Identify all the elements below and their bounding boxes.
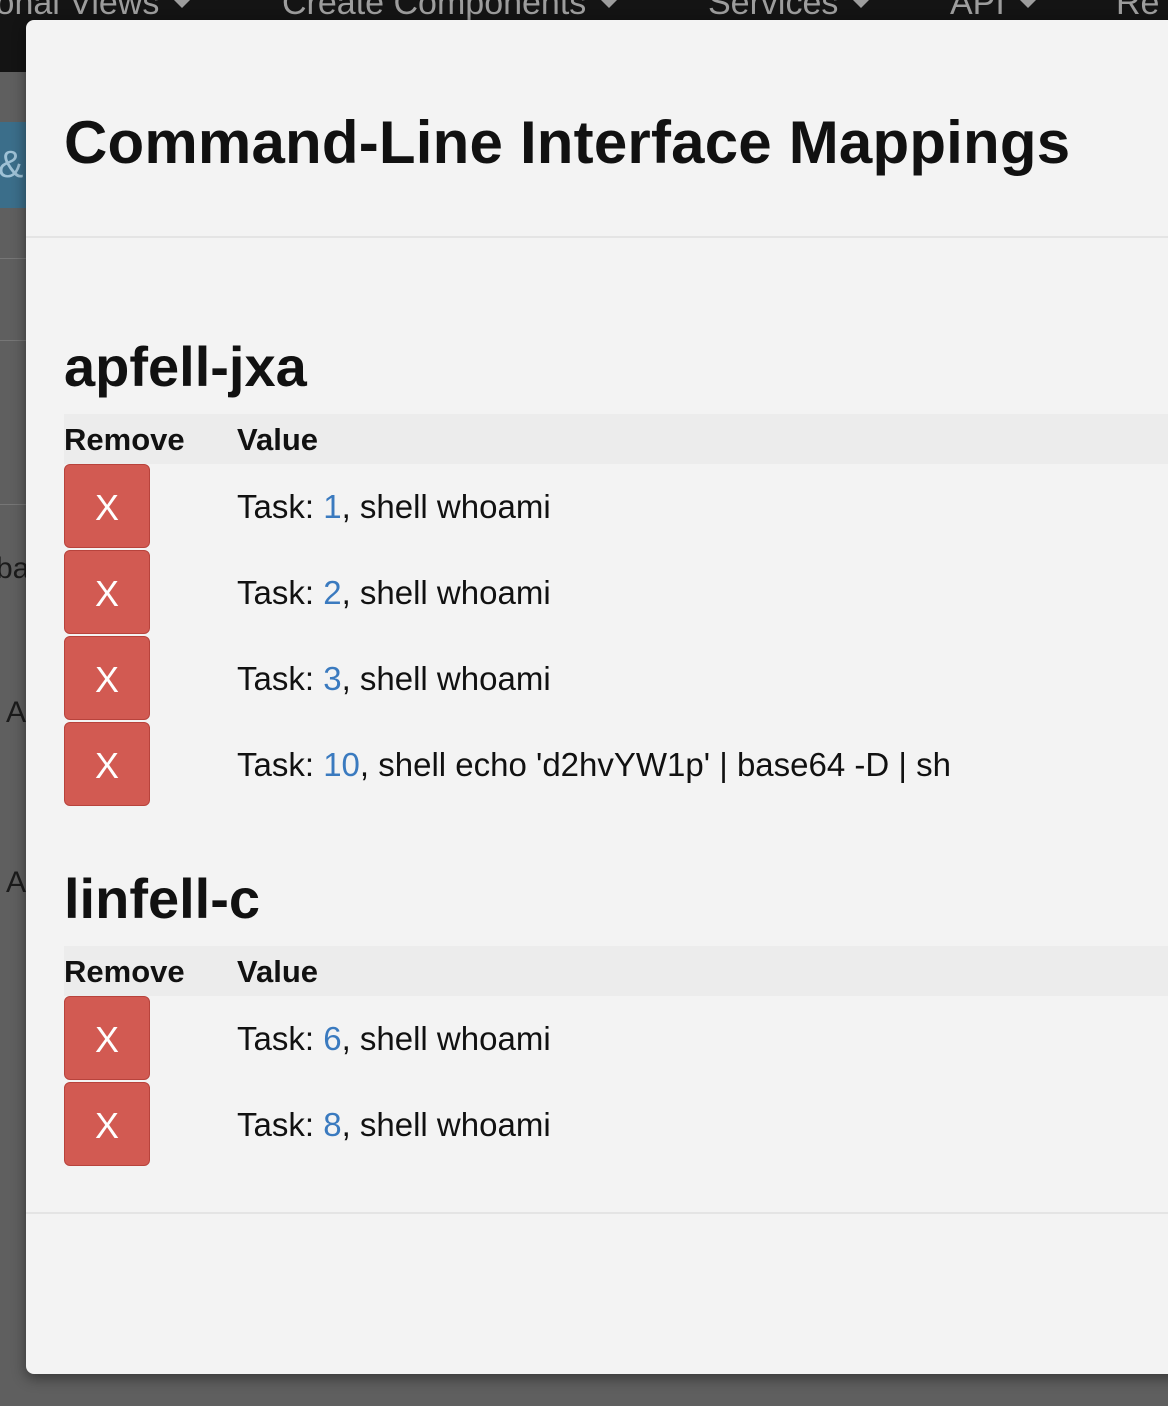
remove-mapping-button[interactable]: X xyxy=(64,996,150,1080)
table-header: Remove Value xyxy=(64,414,1168,464)
modal-title: Command-Line Interface Mappings xyxy=(64,109,1071,176)
modal-footer-divider xyxy=(26,1212,1168,1214)
column-header-remove: Remove xyxy=(64,954,185,989)
mapping-value: Task: 10, shell echo 'd2hvYW1p' | base64… xyxy=(237,746,951,783)
caret-down-icon xyxy=(173,0,192,8)
mapping-value: Task: 2, shell whoami xyxy=(237,574,551,611)
background-text-fragment: A xyxy=(6,696,27,729)
section-title: apfell-jxa xyxy=(64,335,307,398)
mapping-value: Task: 1, shell whoami xyxy=(237,488,551,525)
mapping-value: Task: 6, shell whoami xyxy=(237,1020,551,1057)
background-chip-text: & xyxy=(0,144,24,186)
task-link[interactable]: 6 xyxy=(323,1020,341,1057)
mapping-value: Task: 8, shell whoami xyxy=(237,1106,551,1143)
section-title: linfell-c xyxy=(64,867,261,930)
caret-down-icon xyxy=(852,0,871,8)
column-header-value: Value xyxy=(237,954,318,989)
column-header-remove: Remove xyxy=(64,422,185,457)
table-header: Remove Value xyxy=(64,946,1168,996)
task-link[interactable]: 3 xyxy=(323,660,341,697)
task-link[interactable]: 2 xyxy=(323,574,341,611)
task-link[interactable]: 8 xyxy=(323,1106,341,1143)
table-row: X Task: 6, shell whoami xyxy=(64,996,1168,1082)
modal-body: apfell-jxa Remove Value X Task: 1, shell… xyxy=(26,238,1168,1214)
caret-down-icon xyxy=(600,0,619,8)
table-row: X Task: 2, shell whoami xyxy=(64,550,1168,636)
cli-mappings-modal: Command-Line Interface Mappings apfell-j… xyxy=(26,20,1168,1374)
mapping-section-linfell-c: linfell-c Remove Value X Task: 6, shell … xyxy=(64,866,1168,1168)
remove-mapping-button[interactable]: X xyxy=(64,550,150,634)
column-header-value: Value xyxy=(237,422,318,457)
remove-mapping-button[interactable]: X xyxy=(64,464,150,548)
table-row: X Task: 3, shell whoami xyxy=(64,636,1168,722)
table-row: X Task: 1, shell whoami xyxy=(64,464,1168,550)
task-link[interactable]: 10 xyxy=(323,746,360,783)
remove-mapping-button[interactable]: X xyxy=(64,1082,150,1166)
task-link[interactable]: 1 xyxy=(323,488,341,525)
table-row: X Task: 10, shell echo 'd2hvYW1p' | base… xyxy=(64,722,1168,808)
caret-down-icon xyxy=(1018,0,1037,8)
mapping-section-apfell-jxa: apfell-jxa Remove Value X Task: 1, shell… xyxy=(64,334,1168,808)
mapping-value: Task: 3, shell whoami xyxy=(237,660,551,697)
background-text-fragment: A xyxy=(6,866,27,899)
modal-header: Command-Line Interface Mappings xyxy=(26,20,1168,238)
table-row: X Task: 8, shell whoami xyxy=(64,1082,1168,1168)
remove-mapping-button[interactable]: X xyxy=(64,722,150,806)
remove-mapping-button[interactable]: X xyxy=(64,636,150,720)
background-text-fragment: ba xyxy=(0,552,30,585)
